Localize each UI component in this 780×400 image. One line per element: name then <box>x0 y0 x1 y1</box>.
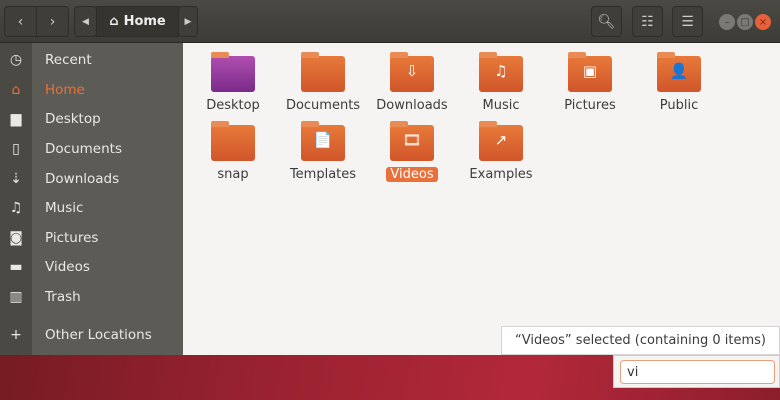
file-item-pictures[interactable]: ▣ Pictures <box>545 52 635 113</box>
file-label: snap <box>217 167 249 182</box>
pictures-folder-icon: ▣ <box>568 52 612 92</box>
file-item-videos[interactable]: 🎞 Videos <box>367 121 457 182</box>
sidebar-item-label: Trash <box>45 289 81 305</box>
music-folder-icon: ♫ <box>479 52 523 92</box>
breadcrumb-label: Home <box>123 14 166 29</box>
sidebar-item-label: Recent <box>45 52 92 68</box>
documents-icon: ▯ <box>12 141 20 157</box>
sidebar-item-label: Videos <box>45 259 90 275</box>
file-item-desktop[interactable]: Desktop <box>188 52 278 113</box>
sidebar-item-documents[interactable]: ▯ Documents <box>0 134 183 164</box>
list-view-icon: ☷ <box>641 13 654 30</box>
documents-folder-icon <box>301 52 345 92</box>
file-item-snap[interactable]: snap <box>188 121 278 182</box>
home-icon: ⌂ <box>11 82 21 98</box>
sidebar-item-music[interactable]: ♫ Music <box>0 193 183 223</box>
desktop-icon: ▆ <box>10 111 22 127</box>
music-icon: ♫ <box>9 200 23 216</box>
maximize-button[interactable]: □ <box>737 14 753 30</box>
sidebar-item-home[interactable]: ⌂ Home <box>0 75 183 105</box>
file-label: Pictures <box>564 98 616 113</box>
file-item-public[interactable]: 👤 Public <box>634 52 724 113</box>
sidebar-item-label: Desktop <box>45 111 101 127</box>
file-item-documents[interactable]: Documents <box>278 52 368 113</box>
hamburger-icon: ☰ <box>681 13 694 30</box>
sidebar-item-label: Other Locations <box>45 327 152 343</box>
downloads-icon: ⇣ <box>10 171 22 187</box>
search-button[interactable]: 🔍︎ <box>591 6 622 37</box>
sidebar-item-desktop[interactable]: ▆ Desktop <box>0 104 183 134</box>
path-left-button[interactable]: ◀ <box>74 6 97 37</box>
file-label: Templates <box>289 167 357 182</box>
sidebar-item-label: Music <box>45 200 84 216</box>
search-icon: 🔍︎ <box>597 13 616 30</box>
sidebar: ◷ Recent ⌂ Home ▆ Desktop ▯ Documents ⇣ Downloads… <box>0 43 183 355</box>
file-item-music[interactable]: ♫ Music <box>456 52 546 113</box>
sidebar-item-label: Documents <box>45 141 122 157</box>
sidebar-item-trash[interactable]: ▥ Trash <box>0 282 183 312</box>
file-item-downloads[interactable]: ⇩ Downloads <box>367 52 457 113</box>
close-button[interactable]: × <box>755 14 771 30</box>
menu-button[interactable]: ☰ <box>672 6 703 37</box>
desktop-folder-icon <box>211 52 255 92</box>
view-toggle-button[interactable]: ☷ <box>632 6 663 37</box>
pictures-icon: ◙ <box>9 230 23 246</box>
file-label: Music <box>482 98 520 113</box>
public-folder-icon: 👤 <box>657 52 701 92</box>
header-bar: ‹ › ◀ ⌂ Home ▶ 🔍︎ ☷ ☰ – □ × <box>0 0 780 43</box>
breadcrumb-home[interactable]: ⌂ Home <box>96 6 179 37</box>
file-label: Desktop <box>206 98 260 113</box>
status-bar: “Videos” selected (containing 0 items) <box>501 326 780 355</box>
home-icon: ⌂ <box>109 14 119 29</box>
file-item-examples[interactable]: ↗ Examples <box>456 121 546 182</box>
sidebar-item-label: Downloads <box>45 171 120 187</box>
file-item-templates[interactable]: 📄 Templates <box>278 121 368 182</box>
back-button[interactable]: ‹ <box>4 6 37 37</box>
forward-button[interactable]: › <box>36 6 69 37</box>
minimize-button[interactable]: – <box>719 14 735 30</box>
file-label: Documents <box>285 98 361 113</box>
trash-icon: ▥ <box>9 289 23 305</box>
other-locations-icon: + <box>10 327 22 343</box>
templates-folder-icon: 📄 <box>301 121 345 161</box>
videos-icon: ▬ <box>9 259 23 275</box>
file-label: Examples <box>469 167 533 182</box>
file-label: Public <box>659 98 699 113</box>
file-manager-window: ‹ › ◀ ⌂ Home ▶ 🔍︎ ☷ ☰ – □ × ◷ Recent ⌂ Home ▆… <box>0 0 780 355</box>
sidebar-item-label: Pictures <box>45 230 99 246</box>
snap-folder-icon <box>211 121 255 161</box>
path-right-button[interactable]: ▶ <box>178 6 198 37</box>
sidebar-item-pictures[interactable]: ◙ Pictures <box>0 223 183 253</box>
search-popup <box>613 355 780 388</box>
sidebar-item-recent[interactable]: ◷ Recent <box>0 45 183 75</box>
downloads-folder-icon: ⇩ <box>390 52 434 92</box>
file-label: Downloads <box>376 98 448 113</box>
examples-folder-icon: ↗ <box>479 121 523 161</box>
sidebar-item-label: Home <box>45 82 85 98</box>
sidebar-item-downloads[interactable]: ⇣ Downloads <box>0 164 183 194</box>
sidebar-item-videos[interactable]: ▬ Videos <box>0 252 183 282</box>
videos-folder-icon: 🎞 <box>390 121 434 161</box>
sidebar-item-other-locations[interactable]: + Other Locations <box>0 320 183 350</box>
type-ahead-search-input[interactable] <box>620 360 775 384</box>
file-label: Videos <box>386 167 438 182</box>
recent-icon: ◷ <box>9 52 23 68</box>
